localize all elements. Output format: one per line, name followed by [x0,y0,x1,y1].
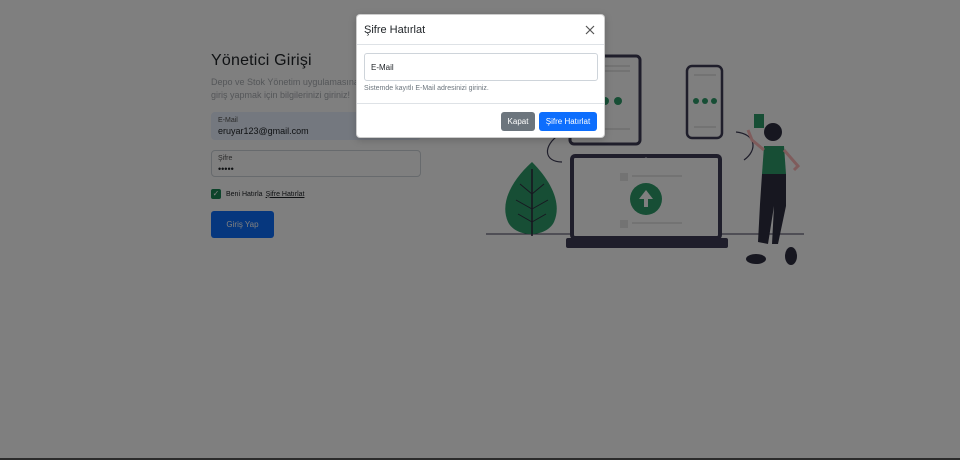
modal-footer: Kapat Şifre Hatırlat [357,104,604,138]
modal-header: Şifre Hatırlat [357,15,604,45]
close-icon[interactable] [583,23,597,37]
email-input[interactable]: E-Mail [364,53,598,81]
close-button[interactable]: Kapat [501,111,535,131]
email-placeholder: E-Mail [371,62,394,72]
help-text: Sistemde kayıtlı E-Mail adresinizi girin… [364,85,489,92]
modal-title: Şifre Hatırlat [364,23,426,36]
modal-body: E-Mail Sistemde kayıtlı E-Mail adresiniz… [357,45,604,104]
forgot-password-modal: Şifre Hatırlat E-Mail Sistemde kayıtlı E… [356,14,605,138]
submit-button[interactable]: Şifre Hatırlat [539,111,597,131]
